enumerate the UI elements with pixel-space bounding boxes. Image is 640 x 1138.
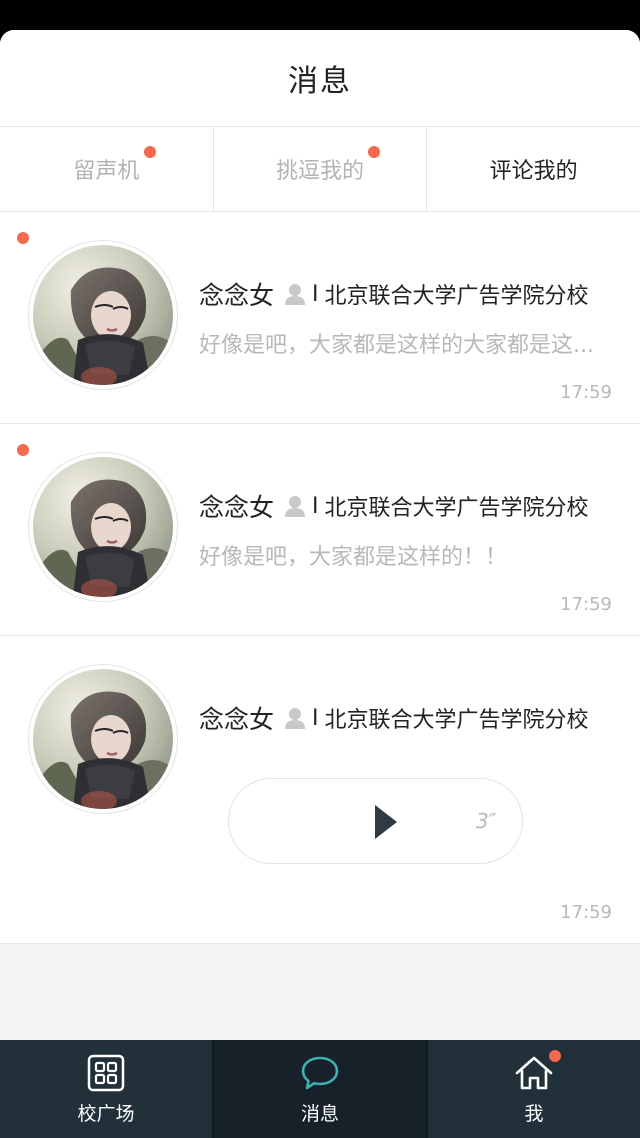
nav-label: 消息	[300, 1102, 339, 1125]
timestamp: 17:59	[560, 902, 612, 923]
message-preview: 好像是吧，大家都是这样的！！	[199, 545, 508, 570]
avatar[interactable]	[28, 240, 178, 390]
voice-duration: 3″	[476, 809, 497, 833]
sender-name: 念念女	[199, 281, 275, 310]
voice-message-player[interactable]: 3″	[228, 778, 523, 864]
list-item[interactable]: 念念女 I 北京联合大学广告学院分校 3″ 17:59	[0, 636, 640, 944]
user-icon	[285, 284, 306, 305]
sender-name: 念念女	[199, 705, 275, 734]
notification-dot	[144, 146, 156, 158]
list-item[interactable]: 念念女 I 北京联合大学广告学院分校 好像是吧，大家都是这样的大家都是这... …	[0, 212, 640, 424]
sender-info: 念念女 I 北京联合大学广告学院分校	[199, 276, 589, 312]
sender-name: 念念女	[199, 493, 275, 522]
home-icon	[515, 1056, 553, 1089]
nav-item-messages[interactable]: 消息	[214, 1040, 428, 1138]
avatar-photo	[33, 457, 173, 597]
school-name: 北京联合大学广告学院分校	[324, 708, 589, 733]
play-icon[interactable]	[375, 805, 397, 839]
messages-sheet: 消息 留声机 挑逗我的 评论我的 念念女 I 北京联合大学广告学院分校 好像是吧…	[0, 30, 640, 1040]
tab-gramophone[interactable]: 留声机	[0, 127, 214, 211]
avatar[interactable]	[28, 664, 178, 814]
user-icon	[285, 708, 306, 729]
tab-label: 评论我的	[489, 159, 578, 184]
message-list: 念念女 I 北京联合大学广告学院分校 好像是吧，大家都是这样的大家都是这... …	[0, 212, 640, 944]
avatar[interactable]	[28, 452, 178, 602]
nav-item-campus-square[interactable]: 校广场	[0, 1040, 214, 1138]
sender-info: 念念女 I 北京联合大学广告学院分校	[199, 488, 589, 524]
bottom-navigation: 校广场 消息 我	[0, 1040, 640, 1138]
notification-dot	[549, 1050, 561, 1062]
user-icon	[285, 496, 306, 517]
unread-dot	[17, 444, 29, 456]
school-name: 北京联合大学广告学院分校	[324, 496, 589, 521]
separator: I	[312, 493, 319, 519]
sender-info: 念念女 I 北京联合大学广告学院分校	[199, 700, 589, 736]
separator: I	[312, 705, 319, 731]
header: 消息	[0, 30, 640, 127]
unread-dot	[17, 232, 29, 244]
nav-label: 校广场	[77, 1102, 135, 1125]
tab-teased-me[interactable]: 挑逗我的	[214, 127, 428, 211]
timestamp: 17:59	[560, 382, 612, 403]
timestamp: 17:59	[560, 594, 612, 615]
avatar-photo	[33, 669, 173, 809]
list-item[interactable]: 念念女 I 北京联合大学广告学院分校 好像是吧，大家都是这样的！！ 17:59	[0, 424, 640, 636]
nav-item-me[interactable]: 我	[428, 1040, 640, 1138]
nav-label: 我	[524, 1102, 544, 1125]
grid-icon	[87, 1054, 125, 1091]
tab-label: 留声机	[73, 159, 140, 184]
chat-bubble-icon	[301, 1056, 339, 1089]
avatar-photo	[33, 245, 173, 385]
school-name: 北京联合大学广告学院分校	[324, 284, 589, 309]
tab-label: 挑逗我的	[276, 159, 365, 184]
tab-bar: 留声机 挑逗我的 评论我的	[0, 127, 640, 212]
notification-dot	[367, 146, 380, 158]
page-title: 消息	[288, 64, 352, 99]
message-preview: 好像是吧，大家都是这样的大家都是这...	[199, 333, 594, 358]
tab-commented-me[interactable]: 评论我的	[427, 127, 640, 211]
separator: I	[312, 281, 319, 307]
